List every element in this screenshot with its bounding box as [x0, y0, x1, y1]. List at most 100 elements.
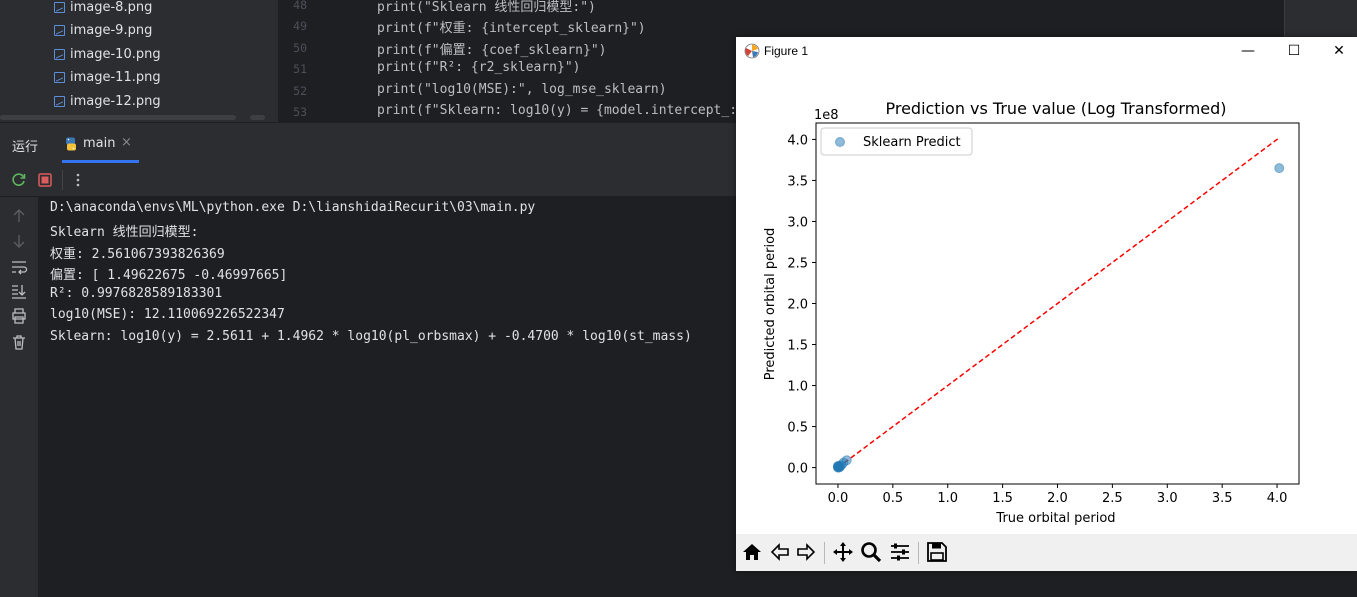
y-tick-label: 0.5 — [787, 421, 808, 436]
image-file-icon — [54, 95, 65, 107]
line-number: 48 — [293, 0, 307, 12]
code-line[interactable]: print(f"R²: {r2_sklearn}") — [377, 60, 581, 75]
soft-wrap-icon[interactable] — [10, 258, 28, 276]
line-number: 50 — [293, 41, 307, 55]
console-line: 偏置: [ 1.49622675 -0.46997665] — [50, 268, 288, 283]
scroll-to-end-icon[interactable] — [10, 282, 28, 300]
code-line[interactable]: print("log10(MSE):", log_mse_sklearn) — [377, 82, 667, 97]
back-arrow-icon[interactable] — [767, 540, 793, 564]
y-tick-label: 2.5 — [787, 256, 808, 271]
console-line: Sklearn: log10(y) = 2.5611 + 1.4962 * lo… — [50, 329, 692, 344]
scatter-point — [1274, 163, 1285, 174]
console-line: log10(MSE): 12.110069226522347 — [50, 307, 285, 322]
stop-icon[interactable] — [38, 173, 52, 187]
print-icon[interactable] — [10, 307, 28, 325]
image-file-icon — [54, 48, 65, 60]
toolbar-separator — [824, 542, 825, 564]
forward-arrow-icon[interactable] — [793, 540, 819, 564]
y-tick-label: 1.5 — [787, 339, 808, 354]
scatter-series — [832, 163, 1285, 473]
tree-file-item[interactable]: image-11.png — [54, 66, 161, 88]
y-offset-label: 1e8 — [814, 108, 839, 123]
x-tick-label: 4.0 — [1267, 491, 1288, 506]
run-panel-title: 运行 — [12, 140, 39, 155]
legend-marker — [835, 137, 845, 147]
scatter-point — [834, 460, 845, 471]
console-line: D:\anaconda\envs\ML\python.exe D:\liansh… — [50, 200, 536, 215]
figure-title: Figure 1 — [764, 44, 809, 58]
tree-file-item[interactable]: image-9.png — [54, 19, 152, 41]
console-line: R²: 0.9976828589183301 — [50, 286, 223, 301]
y-tick-label: 3.0 — [787, 215, 808, 230]
code-line[interactable]: print(f"偏置: {coef_sklearn}") — [377, 39, 607, 58]
tab-main[interactable]: main × — [64, 123, 142, 163]
home-icon[interactable] — [739, 540, 765, 564]
x-tick-label: 0.5 — [882, 491, 903, 506]
arrow-up-icon[interactable] — [10, 207, 28, 225]
image-file-icon — [54, 24, 65, 36]
console-line: 权重: 2.561067393826369 — [50, 247, 225, 262]
line-number: 52 — [293, 84, 307, 98]
console-output[interactable]: D:\anaconda\envs\ML\python.exe D:\liansh… — [39, 197, 736, 597]
save-icon[interactable] — [924, 540, 950, 564]
pan-icon[interactable] — [830, 540, 856, 564]
reference-line-segment — [837, 137, 1280, 469]
figure-titlebar[interactable]: Figure 1 — ☐ ✕ — [736, 37, 1357, 66]
tree-file-label: image-10.png — [70, 46, 161, 62]
x-tick-label: 1.5 — [992, 491, 1013, 506]
x-tick-label: 3.0 — [1157, 491, 1178, 506]
rerun-icon[interactable] — [11, 172, 27, 188]
configure-subplots-icon[interactable] — [887, 540, 913, 564]
tab-main-label: main — [83, 136, 116, 151]
image-file-icon — [54, 1, 65, 13]
matplotlib-icon — [744, 43, 760, 59]
figure-window: Figure 1 — ☐ ✕ Prediction vs True value … — [736, 37, 1357, 571]
chart-title: Prediction vs True value (Log Transforme… — [885, 99, 1226, 118]
console-line: Sklearn 线性回归模型: — [50, 225, 199, 240]
plot-canvas: Prediction vs True value (Log Transforme… — [763, 99, 1300, 526]
figure-toolbar — [736, 534, 1357, 571]
trash-icon[interactable] — [10, 333, 28, 351]
y-tick-label: 0.0 — [787, 462, 808, 477]
x-tick-label: 2.5 — [1102, 491, 1123, 506]
x-tick-label: 1.0 — [937, 491, 958, 506]
x-tick-label: 3.5 — [1212, 491, 1233, 506]
toolbar-separator — [918, 542, 919, 564]
y-tick-label: 1.0 — [787, 380, 808, 395]
tree-file-label: image-11.png — [70, 69, 161, 85]
more-options-icon[interactable] — [72, 172, 84, 188]
run-side-toolbar — [0, 197, 38, 597]
image-file-icon — [54, 71, 65, 83]
tree-file-label: image-9.png — [70, 22, 153, 38]
line-number: 53 — [293, 105, 307, 119]
tree-file-label: image-12.png — [70, 93, 161, 109]
x-tick-label: 0.0 — [828, 491, 849, 506]
x-axis-label: True orbital period — [995, 511, 1115, 526]
tree-file-item[interactable]: image-8.png — [54, 0, 152, 18]
tree-horizontal-scrollbar[interactable] — [0, 115, 236, 120]
maximize-button[interactable]: ☐ — [1271, 37, 1317, 66]
legend: Sklearn Predict — [820, 127, 973, 156]
tree-file-item[interactable]: image-12.png — [54, 90, 161, 112]
close-icon[interactable]: × — [121, 135, 132, 150]
tree-scrollbar-thumb[interactable] — [250, 115, 265, 120]
y-tick-label: 3.5 — [787, 174, 808, 189]
close-button[interactable]: ✕ — [1316, 37, 1357, 66]
reference-line — [837, 137, 1280, 469]
y-axis-ticks: 0.0 0.5 1.0 1.5 2.0 2.5 3.0 3.5 4.0 — [787, 133, 816, 477]
project-tree: image-8.png image-9.png image-10.png ima… — [0, 0, 278, 122]
line-number: 51 — [293, 62, 307, 76]
y-axis-label: Predicted orbital period — [763, 228, 778, 381]
code-line[interactable]: print(f"权重: {intercept_sklearn}") — [377, 17, 646, 36]
code-line[interactable]: print(f"Sklearn: log10(y) = {model.inter… — [377, 103, 737, 118]
x-axis-ticks: 0.0 0.5 1.0 1.5 2.0 2.5 3.0 3.5 4.0 — [828, 484, 1288, 506]
y-tick-label: 2.0 — [787, 298, 808, 313]
arrow-down-icon[interactable] — [10, 232, 28, 250]
code-line[interactable]: print("Sklearn 线性回归模型:") — [377, 0, 596, 15]
x-tick-label: 2.0 — [1047, 491, 1068, 506]
zoom-icon[interactable] — [858, 540, 884, 564]
minimize-button[interactable]: — — [1225, 37, 1271, 66]
tree-file-label: image-8.png — [70, 0, 153, 15]
tree-file-item[interactable]: image-10.png — [54, 43, 161, 65]
toolbar-separator — [62, 170, 63, 190]
